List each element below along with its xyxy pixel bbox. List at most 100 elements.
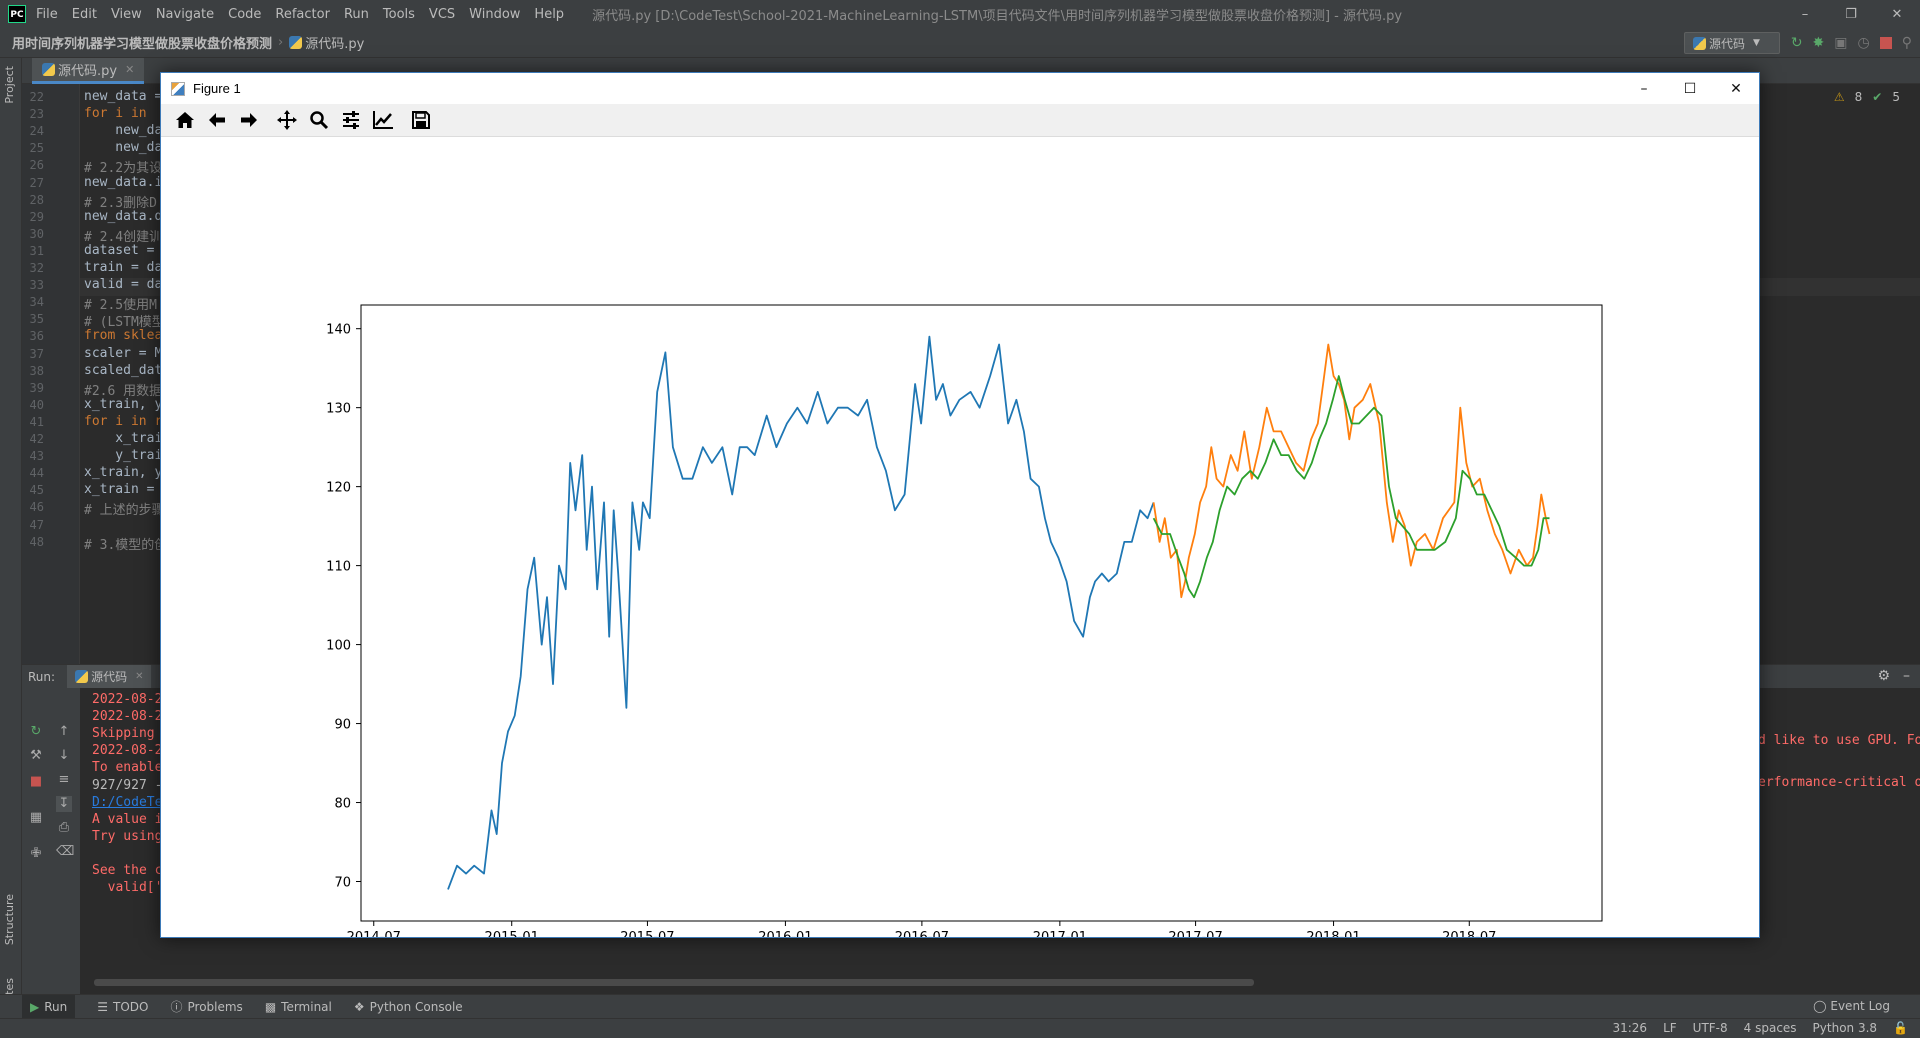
editor-tab[interactable]: 源代码.py ✕ (32, 58, 145, 84)
x-tick-label: 2017-07 (1168, 930, 1222, 937)
menu-navigate[interactable]: Navigate (156, 7, 214, 22)
caret-position[interactable]: 31:26 (1612, 1021, 1647, 1035)
line-chart[interactable]: 2014-07 2015-01 2015-07 2016-01 2016-07 2017-… (161, 137, 1759, 945)
search-everywhere-icon[interactable]: ⚲ (1902, 35, 1912, 51)
menu-tools[interactable]: Tools (383, 7, 415, 22)
check-icon: ✔ (1872, 90, 1883, 104)
maximize-icon[interactable]: ☐ (1667, 73, 1713, 104)
zoom-icon[interactable] (307, 108, 331, 132)
figure-toolbar (161, 104, 1759, 137)
code-line: new_da (84, 140, 163, 156)
close-icon[interactable]: ✕ (1874, 0, 1920, 28)
x-tick-label: 2016-07 (895, 930, 949, 937)
code-line: dataset = (84, 242, 155, 258)
status-items: 31:26 LF UTF-8 4 spaces Python 3.8 🔓 (1612, 1021, 1908, 1035)
stop-icon[interactable]: ■ (28, 774, 44, 790)
figure-canvas[interactable]: 2014-07 2015-01 2015-07 2016-01 2016-07 2017-… (161, 137, 1759, 945)
python-file-icon (1693, 36, 1706, 50)
code-line: for i in r (84, 413, 163, 429)
arrow-down-icon[interactable]: ↓ (56, 748, 72, 764)
rerun-icon[interactable]: ↻ (28, 724, 44, 740)
minimize-icon[interactable]: – (1782, 0, 1828, 28)
console-link[interactable]: D:/CodeTe (92, 795, 162, 810)
project-tool-tab[interactable]: Project (3, 66, 16, 104)
print-icon[interactable]: ⎙ (56, 820, 72, 836)
run-tab[interactable]: 源代码 ✕ (67, 664, 152, 689)
stop-icon[interactable] (1879, 37, 1892, 49)
rerun-icon[interactable]: ↻ (1791, 35, 1803, 51)
structure-tool-tab[interactable]: Structure (3, 894, 16, 945)
line-number: 34 (29, 295, 44, 310)
figure-window: Figure 1 – ☐ ✕ 201 (160, 72, 1760, 945)
edit-axes-icon[interactable] (371, 108, 395, 132)
profile-icon[interactable]: ◷ (1858, 35, 1870, 51)
close-icon[interactable]: ✕ (1713, 73, 1759, 104)
inspection-widget[interactable]: ⚠ 8 ✔ 5 (1834, 90, 1900, 104)
horizontal-scrollbar[interactable] (94, 979, 1254, 986)
gear-icon[interactable]: ⚙ (1877, 668, 1890, 684)
menu-code[interactable]: Code (228, 7, 261, 22)
python-interpreter[interactable]: Python 3.8 (1813, 1021, 1878, 1035)
menu-vcs[interactable]: VCS (429, 7, 455, 22)
breadcrumb-file[interactable]: 源代码.py (305, 33, 364, 52)
layout-icon[interactable]: ▦ (28, 810, 44, 826)
tool-tab-terminal[interactable]: ▩ Terminal (265, 1000, 332, 1014)
pin-icon[interactable]: ✙ (28, 846, 44, 862)
code-line: scaler = M (84, 345, 163, 361)
tool-tab-run[interactable]: ▶ Run (22, 994, 76, 1019)
terminal-icon: ▩ (264, 999, 277, 1014)
forward-icon[interactable] (237, 108, 261, 132)
code-line: x_trai (84, 431, 163, 446)
console-line: Try using (92, 828, 163, 844)
tool-tab-python-console[interactable]: ❖ Python Console (354, 1000, 463, 1014)
code-line: from sklea (84, 328, 163, 344)
pycharm-logo-icon: PC (8, 5, 26, 23)
debug-icon[interactable]: ✸ (1813, 35, 1825, 51)
x-tick-label: 2017-01 (1033, 930, 1087, 937)
run-configuration-select[interactable]: 源代码 ▼ (1684, 32, 1780, 54)
tool-tab-problems[interactable]: ⓘ Problems (170, 998, 242, 1015)
console-line: 2022-08-2 (92, 709, 163, 725)
arrow-up-icon[interactable]: ↑ (56, 724, 72, 740)
coverage-icon[interactable]: ▣ (1834, 35, 1847, 51)
event-log-button[interactable]: ◯ Event Log (1813, 999, 1890, 1013)
menu-file[interactable]: File (36, 7, 58, 22)
tool-tab-label: TODO (113, 999, 149, 1014)
trash-icon[interactable]: ⌫ (56, 844, 74, 860)
figure-titlebar[interactable]: Figure 1 – ☐ ✕ (161, 73, 1759, 104)
restore-icon[interactable]: ❐ (1828, 0, 1874, 28)
menu-help[interactable]: Help (534, 7, 564, 22)
back-icon[interactable] (205, 108, 229, 132)
figure-window-controls: – ☐ ✕ (1621, 73, 1759, 104)
subplots-icon[interactable] (339, 108, 363, 132)
menu-run[interactable]: Run (344, 7, 369, 22)
event-log-icon: ◯ (1813, 999, 1827, 1013)
x-tick-label: 2015-07 (620, 930, 674, 937)
lock-icon[interactable]: 🔓 (1893, 1021, 1908, 1035)
pan-icon[interactable] (275, 108, 299, 132)
home-icon[interactable] (173, 108, 197, 132)
code-line: x_train, y (84, 465, 163, 481)
line-number: 36 (29, 329, 44, 344)
indent-setting[interactable]: 4 spaces (1744, 1021, 1797, 1035)
line-separator[interactable]: LF (1663, 1021, 1677, 1035)
code-line: new_data.d (84, 208, 163, 224)
menu-refactor[interactable]: Refactor (275, 7, 330, 22)
menu-view[interactable]: View (111, 7, 142, 22)
close-tab-icon[interactable]: ✕ (135, 671, 143, 682)
series-line-1 (1152, 343, 1551, 599)
tool-tab-todo[interactable]: ☰ TODO (97, 1000, 148, 1014)
console-fragment: d like to use GPU. Fo (1758, 733, 1920, 748)
scroll-to-end-icon[interactable]: ↧ (56, 796, 72, 812)
minimize-icon[interactable]: – (1621, 73, 1667, 104)
wrench-icon[interactable]: ⚒ (28, 748, 44, 764)
save-icon[interactable] (409, 108, 433, 132)
breadcrumb-project[interactable]: 用时间序列机器学习模型做股票收盘价格预测 (12, 33, 272, 52)
series-line-0 (447, 335, 1155, 890)
hide-panel-icon[interactable]: – (1903, 668, 1910, 684)
menu-edit[interactable]: Edit (72, 7, 97, 22)
file-encoding[interactable]: UTF-8 (1693, 1021, 1728, 1035)
close-tab-icon[interactable]: ✕ (125, 63, 134, 76)
menu-window[interactable]: Window (469, 7, 520, 22)
soft-wrap-icon[interactable]: ≡ (56, 772, 72, 788)
